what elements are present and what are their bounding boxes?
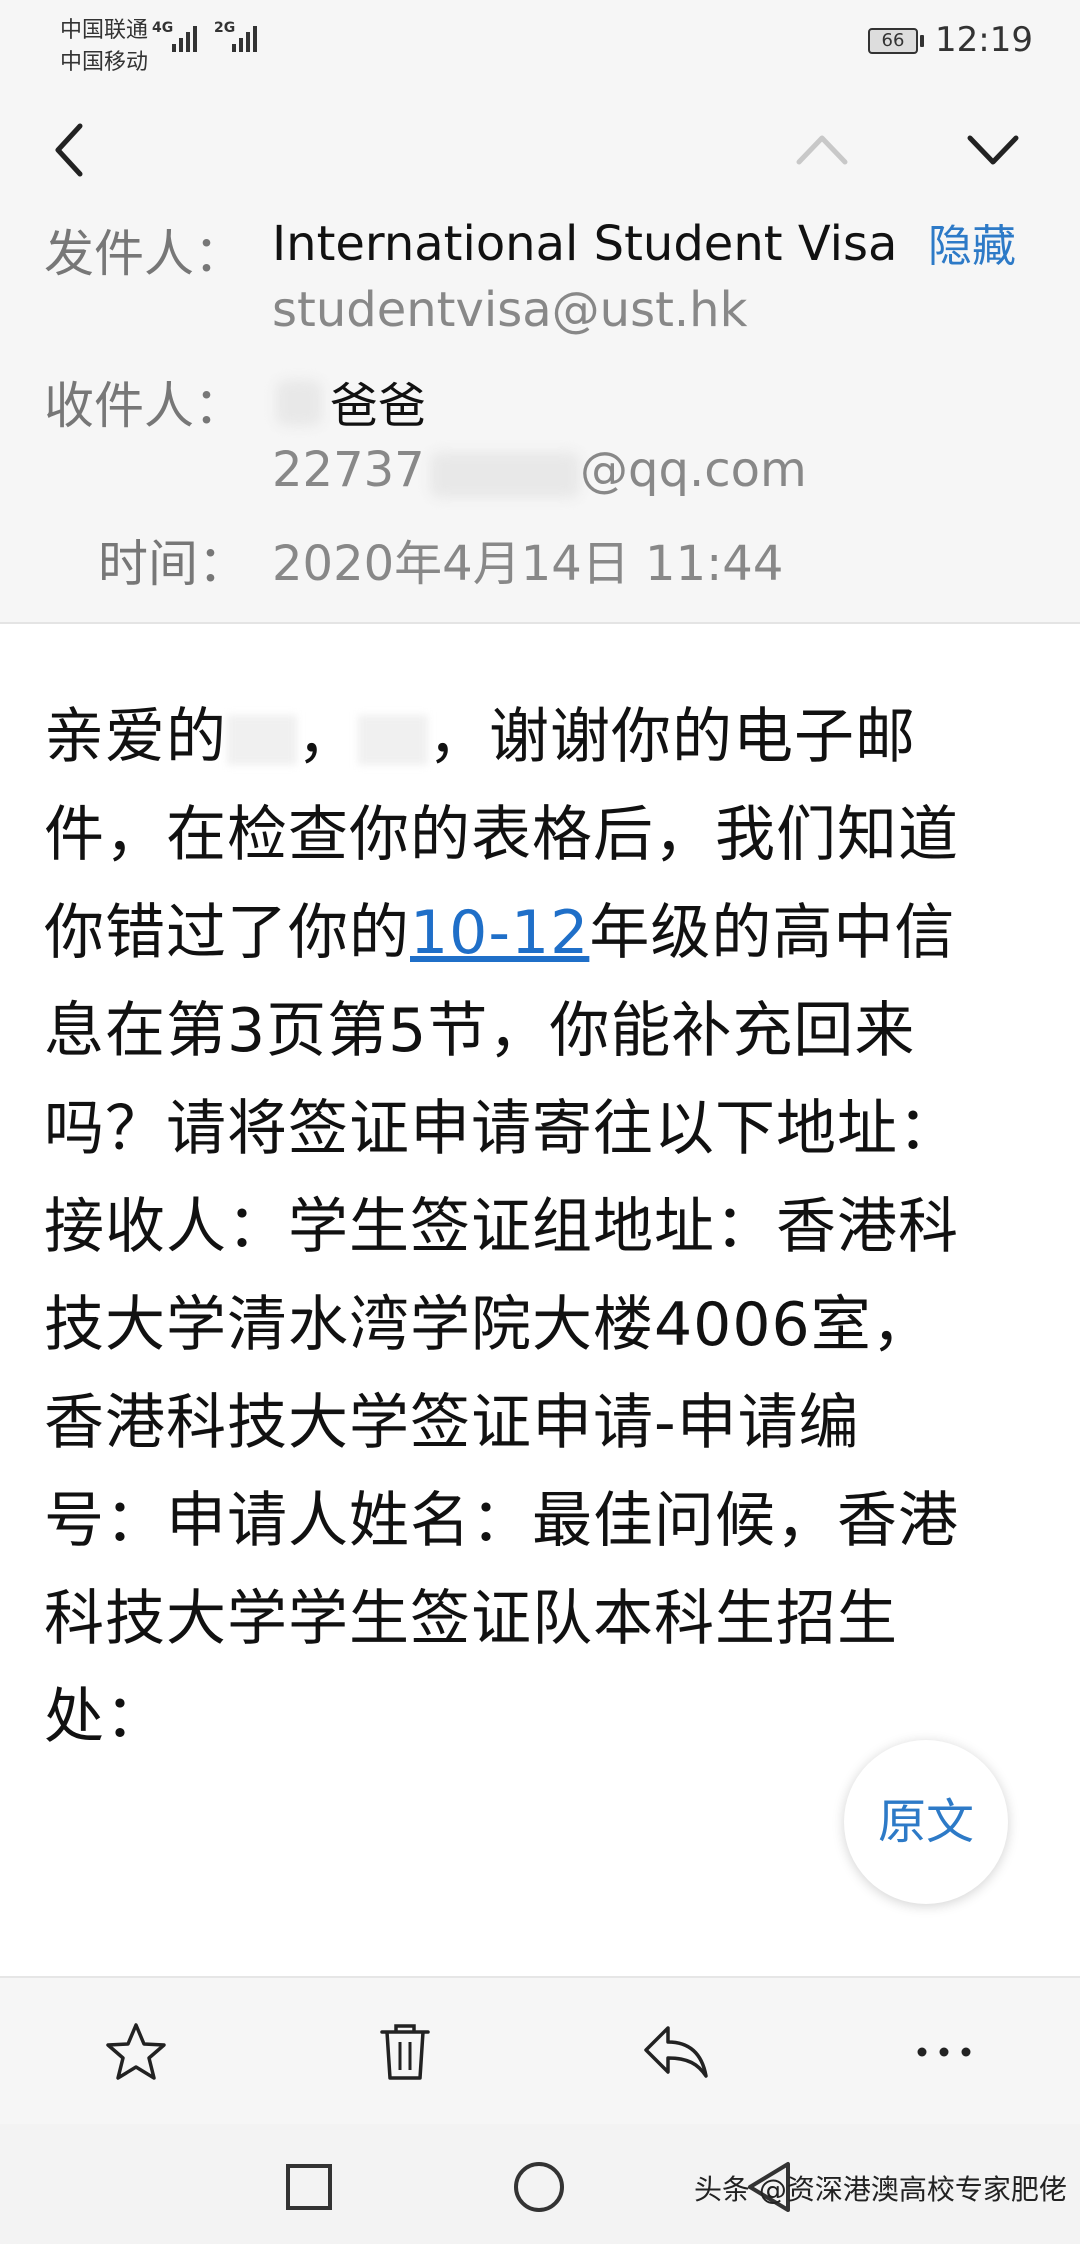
battery-tip bbox=[920, 35, 924, 47]
chevron-left-icon[interactable] bbox=[50, 120, 90, 180]
email-header: 发件人： International Student Visa 隐藏 stude… bbox=[0, 220, 1080, 622]
signal-icon bbox=[172, 22, 197, 52]
from-label: 发件人： bbox=[44, 225, 244, 283]
email-body: 亲爱的 ， ，谢谢你的电子邮 件，在检查你的表格后，我们知道 你错过了你的10-12… bbox=[44, 688, 1044, 1766]
star-icon[interactable] bbox=[104, 2020, 168, 2084]
from-name: International Student Visa bbox=[272, 220, 898, 272]
chevron-down-icon[interactable] bbox=[966, 132, 1020, 168]
body-line: 件，在检查你的表格后，我们知道 bbox=[44, 800, 959, 870]
body-line: 吗？请将签证申请寄往以下地址： bbox=[44, 1094, 959, 1164]
to-label: 收件人： bbox=[44, 377, 244, 435]
clock: 12:19 bbox=[935, 20, 1033, 60]
grade-link[interactable]: 10-12 bbox=[410, 898, 589, 968]
body-line: 科技大学学生签证队本科生招生 bbox=[44, 1584, 898, 1654]
body-line: 亲爱的 ， ，谢谢你的电子邮 bbox=[44, 688, 1044, 786]
network-type-1: 4G bbox=[152, 20, 174, 36]
more-icon[interactable] bbox=[914, 2044, 974, 2060]
redacted-name bbox=[276, 380, 322, 426]
to-name: 爸爸 bbox=[330, 378, 427, 434]
body-line: 息在第3页第5节，你能补充回来 bbox=[44, 996, 916, 1066]
from-email[interactable]: studentvisa@ust.hk bbox=[272, 282, 747, 338]
action-bar bbox=[0, 1976, 1080, 2126]
body-text-segment: ，谢谢你的电子邮 bbox=[428, 702, 916, 772]
header-divider bbox=[0, 622, 1080, 624]
battery-icon: 66 bbox=[868, 28, 918, 54]
body-line: 号：申请人姓名：最佳问候，香港 bbox=[44, 1486, 959, 1556]
to-email-suffix[interactable]: @qq.com bbox=[580, 442, 807, 498]
circle-icon[interactable] bbox=[512, 2160, 566, 2214]
hide-details-link[interactable]: 隐藏 bbox=[928, 220, 1016, 274]
to-email-prefix[interactable]: 22737 bbox=[272, 442, 425, 498]
chevron-up-icon[interactable] bbox=[795, 132, 849, 168]
redacted-name bbox=[358, 715, 428, 766]
trash-icon[interactable] bbox=[376, 2020, 434, 2084]
carrier-label-2: 中国移动 bbox=[60, 50, 149, 75]
status-bar: 中国联通 中国移动 4G 2G 66 12:19 bbox=[0, 0, 1080, 80]
redacted-email bbox=[430, 452, 580, 498]
signal-icon bbox=[232, 22, 257, 52]
time-value: 2020年4月14日 11:44 bbox=[272, 536, 784, 592]
body-line: 接收人：学生签证组地址：香港科 bbox=[44, 1192, 959, 1262]
body-text-segment: 年级的高中信 bbox=[589, 898, 956, 968]
body-line: 你错过了你的10-12年级的高中信 bbox=[44, 884, 1044, 982]
body-text-segment: 亲爱的 bbox=[44, 702, 227, 772]
body-text-segment: ， bbox=[297, 702, 358, 772]
reply-icon[interactable] bbox=[640, 2022, 710, 2082]
watermark: 头条 @资深港澳高校专家肥佬 bbox=[694, 2173, 1067, 2206]
system-nav-bar: 头条 @资深港澳高校专家肥佬 bbox=[0, 2124, 1080, 2244]
square-icon[interactable] bbox=[284, 2162, 334, 2212]
body-text-segment: 你错过了你的 bbox=[44, 898, 410, 968]
body-line: 技大学清水湾学院大楼4006室， bbox=[44, 1290, 933, 1360]
redacted-name bbox=[227, 715, 297, 766]
original-text-button[interactable]: 原文 bbox=[844, 1740, 1008, 1904]
top-nav-bar bbox=[0, 80, 1080, 220]
body-line: 香港科技大学签证申请-申请编 bbox=[44, 1388, 860, 1458]
time-label: 时间： bbox=[98, 535, 248, 593]
carrier-label-1: 中国联通 bbox=[60, 18, 149, 43]
